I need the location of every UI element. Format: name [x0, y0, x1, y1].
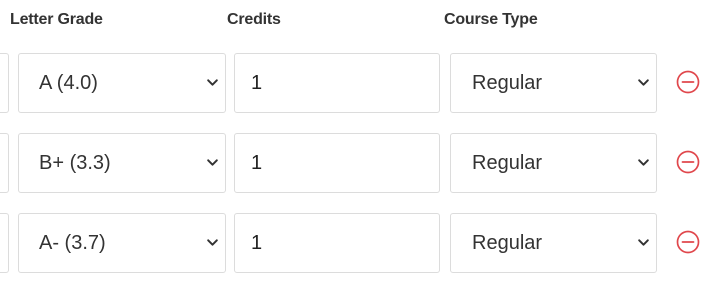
- minus-circle-icon: [676, 230, 700, 254]
- remove-course-button[interactable]: [676, 150, 700, 174]
- chevron-down-icon: [207, 159, 218, 166]
- course-type-value: Regular: [472, 232, 543, 254]
- course-name-input[interactable]: [0, 53, 9, 113]
- credits-header: Credits: [227, 11, 281, 28]
- credits-value: 1: [251, 72, 263, 94]
- letter-grade-select[interactable]: A- (3.7): [18, 213, 226, 273]
- course-name-input[interactable]: [0, 213, 9, 273]
- remove-course-button[interactable]: [676, 70, 700, 94]
- course-row: A (4.0) 1 Regular: [0, 53, 712, 113]
- chevron-down-icon: [207, 239, 218, 246]
- credits-value: 1: [251, 232, 263, 254]
- letter-grade-value: A (4.0): [39, 72, 98, 94]
- course-type-select[interactable]: Regular: [450, 133, 657, 193]
- course-name-input[interactable]: [0, 133, 9, 193]
- course-type-select[interactable]: Regular: [450, 53, 657, 113]
- minus-circle-icon: [676, 70, 700, 94]
- letter-grade-value: A- (3.7): [39, 232, 106, 254]
- chevron-down-icon: [638, 239, 649, 246]
- course-type-header: Course Type: [444, 11, 538, 28]
- chevron-down-icon: [638, 79, 649, 86]
- credits-input[interactable]: 1: [234, 53, 440, 113]
- remove-course-button[interactable]: [676, 230, 700, 254]
- letter-grade-select[interactable]: A (4.0): [18, 53, 226, 113]
- gpa-course-table: Letter Grade Credits Course Type A (4.0)…: [0, 0, 712, 287]
- credits-input[interactable]: 1: [234, 133, 440, 193]
- letter-grade-select[interactable]: B+ (3.3): [18, 133, 226, 193]
- credits-input[interactable]: 1: [234, 213, 440, 273]
- credits-value: 1: [251, 152, 263, 174]
- chevron-down-icon: [207, 79, 218, 86]
- course-type-select[interactable]: Regular: [450, 213, 657, 273]
- course-type-value: Regular: [472, 152, 543, 174]
- course-row: B+ (3.3) 1 Regular: [0, 133, 712, 193]
- letter-grade-header: Letter Grade: [10, 11, 103, 28]
- letter-grade-value: B+ (3.3): [39, 152, 111, 174]
- minus-circle-icon: [676, 150, 700, 174]
- chevron-down-icon: [638, 159, 649, 166]
- course-row: A- (3.7) 1 Regular: [0, 213, 712, 273]
- course-type-value: Regular: [472, 72, 543, 94]
